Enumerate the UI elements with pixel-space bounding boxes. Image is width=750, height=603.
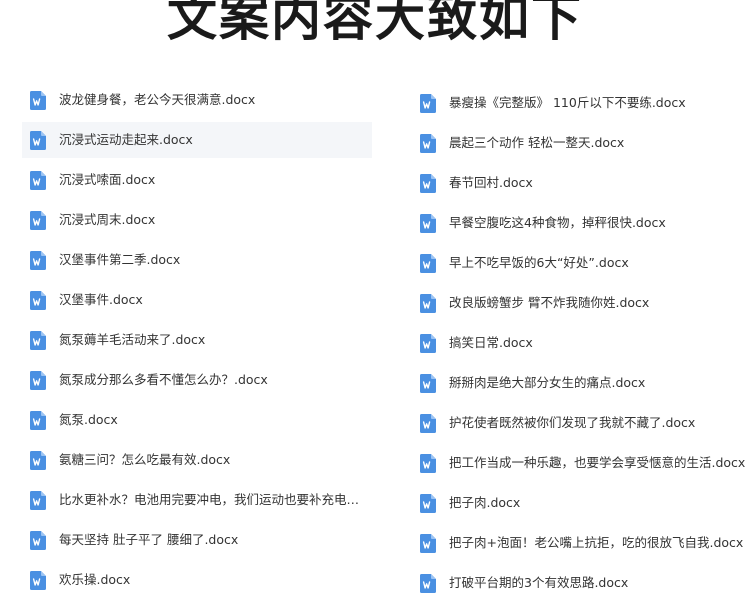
word-doc-icon (30, 250, 46, 270)
word-doc-icon (30, 570, 46, 590)
file-item[interactable]: 掰掰肉是绝大部分女生的痛点.docx (412, 365, 748, 401)
word-doc-icon (30, 450, 46, 470)
word-doc-icon (420, 133, 436, 153)
word-doc-icon (30, 130, 46, 150)
file-name: 掰掰肉是绝大部分女生的痛点.docx (449, 375, 646, 390)
file-item[interactable]: 汉堡事件.docx (22, 282, 372, 318)
word-doc-icon (420, 293, 436, 313)
file-item[interactable]: 氨糖三问？怎么吃最有效.docx (22, 442, 372, 478)
file-item[interactable]: 春节回村.docx (412, 165, 748, 201)
word-doc-icon (420, 493, 436, 513)
word-doc-icon (420, 453, 436, 473)
word-doc-icon (30, 210, 46, 230)
file-item[interactable]: 搞笑日常.docx (412, 325, 748, 361)
file-name: 春节回村.docx (449, 175, 533, 190)
file-name: 氨糖三问？怎么吃最有效.docx (59, 452, 231, 467)
file-item[interactable]: 欢乐操.docx (22, 562, 372, 598)
word-doc-icon (30, 330, 46, 350)
file-name: 把子肉.docx (449, 495, 521, 510)
file-name: 护花使者既然被你们发现了我就不藏了.docx (449, 415, 696, 430)
file-name: 早餐空腹吃这4种食物，掉秤很快.docx (449, 215, 666, 230)
file-name: 氮泵成分那么多看不懂怎么办？.docx (59, 372, 268, 387)
file-item[interactable]: 比水更补水？电池用完要冲电，我们运动也要补充电解质... (22, 482, 372, 518)
file-name: 晨起三个动作 轻松一整天.docx (449, 135, 625, 150)
file-name: 把工作当成一种乐趣，也要学会享受惬意的生活.docx (449, 455, 746, 470)
file-item[interactable]: 暴瘦操《完整版》 110斤以下不要练.docx (412, 85, 748, 121)
word-doc-icon (420, 333, 436, 353)
word-doc-icon (30, 530, 46, 550)
word-doc-icon (420, 373, 436, 393)
word-doc-icon (420, 213, 436, 233)
word-doc-icon (30, 290, 46, 310)
word-doc-icon (30, 170, 46, 190)
file-item[interactable]: 沉浸式嗦面.docx (22, 162, 372, 198)
file-name: 改良版螃蟹步 臂不炸我随你姓.docx (449, 295, 650, 310)
file-item[interactable]: 把子肉+泡面！老公嘴上抗拒，吃的很放飞自我.docx (412, 525, 748, 561)
file-item[interactable]: 早上不吃早饭的6大“好处”.docx (412, 245, 748, 281)
file-name: 氮泵.docx (59, 412, 118, 427)
file-name: 欢乐操.docx (59, 572, 131, 587)
file-name: 每天坚持 肚子平了 腰细了.docx (59, 532, 239, 547)
file-name: 汉堡事件第二季.docx (59, 252, 181, 267)
file-item[interactable]: 沉浸式周末.docx (22, 202, 372, 238)
word-doc-icon (30, 90, 46, 110)
file-item[interactable]: 氮泵薅羊毛活动来了.docx (22, 322, 372, 358)
file-name: 把子肉+泡面！老公嘴上抗拒，吃的很放飞自我.docx (449, 535, 744, 550)
file-name: 早上不吃早饭的6大“好处”.docx (449, 255, 629, 270)
word-doc-icon (420, 413, 436, 433)
file-name: 沉浸式运动走起来.docx (59, 132, 193, 147)
file-name: 搞笑日常.docx (449, 335, 533, 350)
word-doc-icon (30, 370, 46, 390)
file-item[interactable]: 氮泵成分那么多看不懂怎么办？.docx (22, 362, 372, 398)
file-item[interactable]: 改良版螃蟹步 臂不炸我随你姓.docx (412, 285, 748, 321)
file-item[interactable]: 每天坚持 肚子平了 腰细了.docx (22, 522, 372, 558)
file-name: 沉浸式嗦面.docx (59, 172, 156, 187)
word-doc-icon (30, 490, 46, 510)
word-doc-icon (420, 253, 436, 273)
page-title: 文案内容大致如下 (167, 0, 583, 47)
word-doc-icon (420, 573, 436, 593)
file-item[interactable]: 打破平台期的3个有效思路.docx (412, 565, 748, 601)
file-item[interactable]: 晨起三个动作 轻松一整天.docx (412, 125, 748, 161)
file-name: 比水更补水？电池用完要冲电，我们运动也要补充电解质... (59, 492, 371, 507)
file-item[interactable]: 护花使者既然被你们发现了我就不藏了.docx (412, 405, 748, 441)
file-item[interactable]: 波龙健身餐，老公今天很满意.docx (22, 82, 372, 118)
file-item[interactable]: 早餐空腹吃这4种食物，掉秤很快.docx (412, 205, 748, 241)
file-name: 汉堡事件.docx (59, 292, 143, 307)
file-item[interactable]: 沉浸式运动走起来.docx (22, 122, 372, 158)
file-name: 氮泵薅羊毛活动来了.docx (59, 332, 206, 347)
file-item[interactable]: 氮泵.docx (22, 402, 372, 438)
file-name: 波龙健身餐，老公今天很满意.docx (59, 92, 256, 107)
word-doc-icon (420, 533, 436, 553)
word-doc-icon (30, 410, 46, 430)
file-name: 沉浸式周末.docx (59, 212, 156, 227)
file-item[interactable]: 把工作当成一种乐趣，也要学会享受惬意的生活.docx (412, 445, 748, 481)
file-name: 暴瘦操《完整版》 110斤以下不要练.docx (449, 95, 686, 110)
word-doc-icon (420, 93, 436, 113)
file-item[interactable]: 汉堡事件第二季.docx (22, 242, 372, 278)
file-item[interactable]: 把子肉.docx (412, 485, 748, 521)
word-doc-icon (420, 173, 436, 193)
file-name: 打破平台期的3个有效思路.docx (449, 575, 629, 590)
